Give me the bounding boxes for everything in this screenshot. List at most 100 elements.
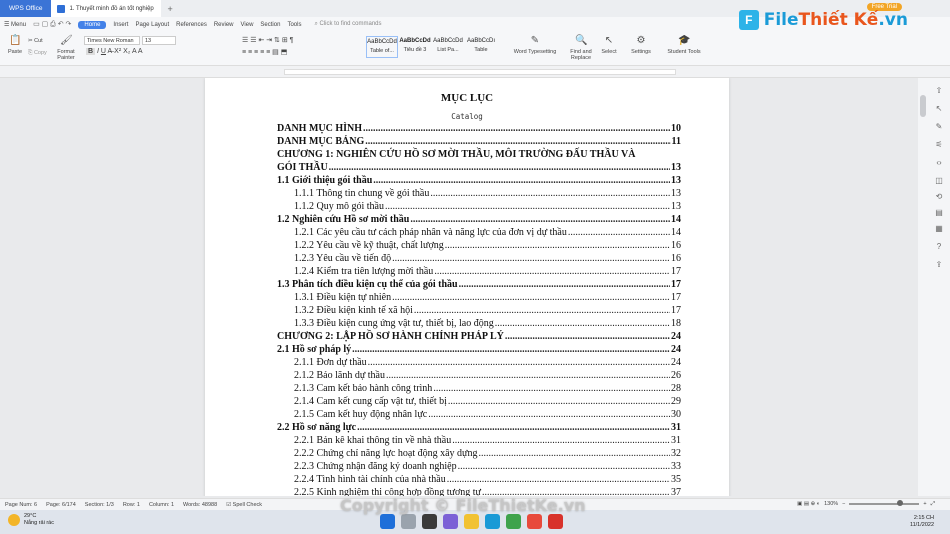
toc-entry[interactable]: 2.1.1 Đơn dự thầu 24: [277, 357, 681, 370]
toc-entry-text: DANH MỤC HÌNH: [277, 123, 362, 134]
settings-button[interactable]: ⚙ Settings: [626, 35, 656, 55]
toc-entry-text: 2.1.2 Bảo lãnh dự thầu: [294, 370, 385, 381]
toc-entry[interactable]: 1.2.4 Kiểm tra tiên lượng mời thầu 17: [277, 266, 681, 279]
teams-icon[interactable]: [443, 514, 458, 529]
wps-icon[interactable]: [548, 514, 563, 529]
tab-references[interactable]: References: [176, 22, 207, 28]
pointer-icon[interactable]: ↖: [934, 104, 944, 114]
student-tools-button[interactable]: 🎓 Student Tools: [664, 35, 704, 55]
style-tieu-de-3[interactable]: AaBbCcDd Tiêu đề 3: [399, 36, 431, 58]
toc-entry[interactable]: 1.2 Nghiên cứu Hồ sơ mời thầu 14: [277, 214, 681, 227]
format-painter-button[interactable]: 🖌 Format Painter: [54, 35, 78, 61]
horizontal-ruler[interactable]: [0, 66, 950, 78]
history-icon[interactable]: ⟲: [934, 192, 944, 202]
help-icon[interactable]: ?: [934, 242, 944, 252]
toc-entry[interactable]: 2.2.1 Bản kê khai thông tin về nhà thầu 3…: [277, 435, 681, 448]
status-page[interactable]: Page: 6/174: [46, 502, 76, 508]
toc-entry[interactable]: 1.2.1 Các yêu cầu tư cách pháp nhân và n…: [277, 227, 681, 240]
paragraph-buttons-top[interactable]: ☰ ☰ ⇤ ⇥ ⇅ ⊞ ¶: [242, 36, 293, 44]
toc-entry[interactable]: 2.2.5 Kinh nghiệm thi công hợp đồng tươn…: [277, 487, 681, 496]
vertical-scrollbar[interactable]: [920, 95, 926, 117]
chrome-icon[interactable]: [506, 514, 521, 529]
edge-icon[interactable]: [485, 514, 500, 529]
style-list-paragraph[interactable]: AaBbCcDd List Pa...: [432, 36, 464, 58]
sliders-icon[interactable]: ⚟: [934, 140, 944, 150]
start-icon[interactable]: [380, 514, 395, 529]
zoom-level[interactable]: 130%: [824, 501, 838, 507]
share-icon[interactable]: ⇪: [934, 260, 944, 270]
toc-entry[interactable]: 2.2.3 Chứng nhận đăng ký doanh nghiệp 33: [277, 461, 681, 474]
toc-entry[interactable]: 1.1 Giới thiệu gói thầu 13: [277, 175, 681, 188]
toc-entry[interactable]: 2.2.2 Chứng chỉ năng lực hoạt động xây d…: [277, 448, 681, 461]
toc-entry[interactable]: 1.2.3 Yêu cầu về tiến độ 16: [277, 253, 681, 266]
paste-button[interactable]: 📋 Paste: [5, 35, 25, 55]
toc-entry[interactable]: 2.2.4 Tình hình tài chính của nhà thầu 35: [277, 474, 681, 487]
tab-home[interactable]: Home: [78, 20, 107, 29]
zoom-slider-knob[interactable]: [897, 500, 904, 506]
store-icon[interactable]: [527, 514, 542, 529]
zoom-out-button[interactable]: −: [842, 501, 845, 507]
copy-button[interactable]: ⎘ Copy: [28, 50, 47, 57]
wps-office-tab[interactable]: WPS Office: [0, 0, 52, 17]
toc-entry[interactable]: GÓI THẦU 13: [277, 162, 681, 175]
toc-entry[interactable]: 1.1.1 Thông tin chung về gói thầu 13: [277, 188, 681, 201]
paragraph-buttons-bottom[interactable]: ≡ ≡ ≡ ≡ ≡ ▤ ⬒: [242, 48, 287, 56]
find-replace-button[interactable]: 🔍 Find and Replace: [566, 35, 596, 61]
font-size-select[interactable]: 13: [142, 36, 176, 45]
spell-check[interactable]: ☑ Spell Check: [226, 502, 262, 508]
cut-button[interactable]: ✂ Cut: [28, 38, 43, 44]
layers-icon[interactable]: ◫: [934, 176, 944, 186]
command-search[interactable]: ⌕ Click to find commands: [314, 21, 381, 28]
toc-entry[interactable]: 2.1.3 Cam kết bảo hành công trình 28: [277, 383, 681, 396]
document-page[interactable]: MỤC LỤC Catalog DANH MỤC HÌNH10DANH MỤC …: [205, 78, 729, 496]
zoom-slider[interactable]: [849, 500, 920, 506]
toc-entry[interactable]: 1.3 Phân tích điều kiện cụ thể của gói t…: [277, 279, 681, 292]
table-icon[interactable]: ▦: [934, 224, 944, 234]
toc-entry[interactable]: 2.1.5 Cam kết huy động nhân lực 30: [277, 409, 681, 422]
toc-entry[interactable]: DANH MỤC HÌNH 10: [277, 123, 681, 136]
task-view-icon[interactable]: [422, 514, 437, 529]
tab-view[interactable]: View: [241, 22, 254, 28]
file-explorer-icon[interactable]: [464, 514, 479, 529]
fit-icon[interactable]: ⤢: [931, 501, 935, 508]
toc-entry[interactable]: DANH MỤC BẢNG 11: [277, 136, 681, 149]
code-icon[interactable]: ‹›: [934, 158, 944, 168]
font-format-buttons[interactable]: B I U A̶ X² X₂ A A: [86, 48, 143, 55]
toc-entry[interactable]: 1.3.3 Điều kiện cung ứng vật tư, thiết b…: [277, 318, 681, 331]
panel-icon[interactable]: ▤: [934, 208, 944, 218]
toc-entry[interactable]: 2.1.4 Cam kết cung cấp vật tư, thiết bị 2…: [277, 396, 681, 409]
toc-entry[interactable]: CHƯƠNG 2: LẬP HỒ SƠ HÀNH CHÍNH PHÁP LÝ 24: [277, 331, 681, 344]
tab-section[interactable]: Section: [260, 22, 280, 28]
toc-entry[interactable]: CHƯƠNG 1: NGHIÊN CỨU HỒ SƠ MỜI THẦU, MÔI…: [277, 149, 681, 162]
toc-entry[interactable]: 2.1 Hồ sơ pháp lý 24: [277, 344, 681, 357]
new-tab-button[interactable]: +: [167, 4, 172, 14]
toc-entry[interactable]: 1.3.1 Điều kiện tự nhiên 17: [277, 292, 681, 305]
toc-entry[interactable]: 2.2 Hồ sơ năng lực 31: [277, 422, 681, 435]
font-name-select[interactable]: Times New Roman: [84, 36, 140, 45]
toc-entry[interactable]: 2.1.2 Bảo lãnh dự thầu 26: [277, 370, 681, 383]
status-words[interactable]: Words: 48988: [183, 502, 217, 508]
tab-review[interactable]: Review: [214, 22, 234, 28]
tab-page-layout[interactable]: Page Layout: [135, 22, 169, 28]
tab-tools[interactable]: Tools: [287, 22, 301, 28]
system-clock[interactable]: 2:15 CH 11/1/2022: [910, 515, 934, 529]
view-mode-icons[interactable]: ▣ ▤ ⊕ ◐: [797, 501, 820, 507]
search-icon[interactable]: [401, 514, 416, 529]
toc-entry[interactable]: 1.2.2 Yêu cầu về kỹ thuật, chất lượng 16: [277, 240, 681, 253]
menu-button[interactable]: ☰ Menu: [4, 21, 26, 28]
tab-insert[interactable]: Insert: [113, 22, 128, 28]
toc-entry[interactable]: 1.1.2 Quy mô gói thầu 13: [277, 201, 681, 214]
document-tab[interactable]: 1. Thuyết minh đồ án tốt nghiệp: [51, 0, 162, 17]
style-table-of-contents[interactable]: AaBbCcDd Table of...: [366, 36, 398, 58]
weather-widget[interactable]: 29°C Nắng rải rác: [8, 513, 54, 527]
status-page-num[interactable]: Page Num: 6: [5, 502, 37, 508]
edit-icon[interactable]: ✎: [934, 122, 944, 132]
document-workspace[interactable]: MỤC LỤC Catalog DANH MỤC HÌNH10DANH MỤC …: [0, 78, 918, 496]
zoom-in-button[interactable]: +: [923, 501, 926, 507]
arrow-icon[interactable]: ⇧: [934, 86, 944, 96]
style-table[interactable]: AaBbCcDı Table: [465, 36, 497, 58]
quick-access-icons[interactable]: ▭ ▢ ⎙ ↶ ↷: [33, 20, 71, 29]
toc-entry[interactable]: 1.3.2 Điều kiện kinh tế xã hội 17: [277, 305, 681, 318]
select-button[interactable]: ↖ Select: [598, 35, 620, 55]
word-typesetting-button[interactable]: ✎ Word Typesetting: [508, 35, 562, 55]
